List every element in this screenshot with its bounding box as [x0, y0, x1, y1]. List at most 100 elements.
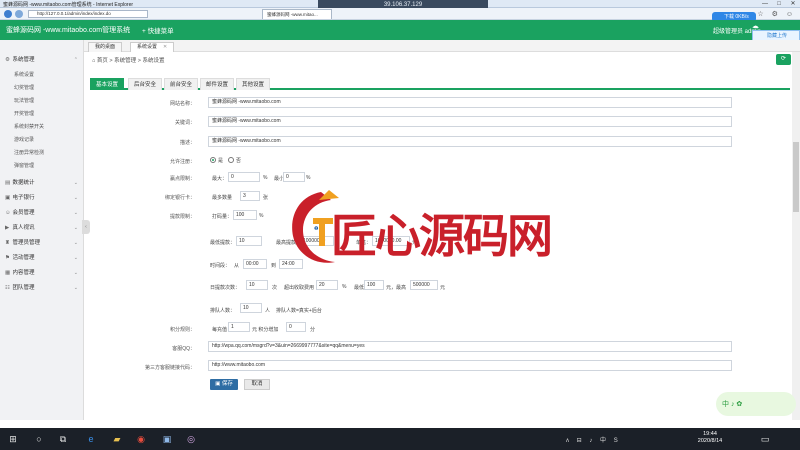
- sidebar-group-ebank[interactable]: ▣ 电子银行 ⌄: [0, 192, 84, 204]
- vertical-scrollbar[interactable]: [792, 52, 800, 420]
- team-icon: ☷: [5, 285, 10, 291]
- points-amount-input[interactable]: 1: [228, 322, 250, 332]
- folder-icon[interactable]: ▰: [110, 432, 124, 446]
- form-tab-bar: 基本设置 后台安全 前台安全 邮件设置 其他设置: [90, 78, 790, 90]
- win-max-input[interactable]: 0: [228, 172, 260, 182]
- time-from-input[interactable]: 00:00: [243, 259, 267, 269]
- task-view-icon[interactable]: ⧉: [56, 432, 70, 446]
- sidebar-group-team[interactable]: ☷ 团队管理 ⌄: [0, 282, 84, 294]
- sidebar-item-prize[interactable]: 幻奖管理: [0, 82, 84, 94]
- lowest-input[interactable]: 100: [364, 280, 384, 290]
- taskbar: ⊞ ○ ⧉ e ▰ ◉ ▣ ◎ ʌ ⊟ ♪ 中 S 19:44 2020/8/1…: [0, 428, 800, 450]
- refresh-button[interactable]: ⟳: [776, 54, 791, 65]
- tab-basic-settings[interactable]: 基本设置: [90, 78, 125, 90]
- bank-icon: ▣: [5, 195, 11, 201]
- sidebar-item-system-settings[interactable]: 系统设置: [0, 69, 84, 81]
- search-icon[interactable]: ○: [32, 432, 46, 446]
- register-yes-radio[interactable]: [210, 157, 216, 163]
- maximize-icon[interactable]: □: [772, 0, 786, 8]
- chart-icon: ▤: [5, 180, 11, 186]
- sidebar-group-live[interactable]: ▶ 真人视讯 ⌄: [0, 222, 84, 234]
- qq-input[interactable]: http://wpa.qq.com/msgrd?v=3&uin=26699977…: [208, 341, 732, 352]
- queue-input[interactable]: 10: [240, 303, 262, 313]
- close-icon[interactable]: ✕: [786, 0, 800, 8]
- breadcrumb-sep: >: [109, 58, 113, 64]
- sidebar-item-popup[interactable]: 弹窗管理: [0, 160, 84, 172]
- tab-desktop[interactable]: 我的桌面: [88, 42, 123, 52]
- points-unit: 分: [310, 327, 316, 333]
- ie-icon[interactable]: ◎: [184, 432, 198, 446]
- points-add-input[interactable]: 0: [286, 322, 306, 332]
- back-icon[interactable]: [4, 10, 12, 18]
- code-amount-unit: %: [259, 213, 264, 219]
- floating-helper-widget[interactable]: 中 ♪ ✿: [716, 392, 796, 416]
- chevron-down-icon: ⌄: [73, 180, 78, 186]
- browser-tab[interactable]: 蜜蜂源码网 -www.mitao...: [262, 9, 332, 19]
- save-button[interactable]: ▣ 保存: [210, 379, 238, 390]
- home-icon[interactable]: ⌂: [92, 58, 95, 64]
- tab-frontend-security[interactable]: 前台安全: [164, 78, 199, 90]
- sidebar-group-stats[interactable]: ▤ 数据统计 ⌄: [0, 177, 84, 189]
- time-from-label: 从: [234, 263, 240, 269]
- sidebar-item-game-records[interactable]: 游戏记录: [0, 134, 84, 146]
- breadcrumb-level1[interactable]: 系统管理: [114, 58, 136, 64]
- quick-menu-button[interactable]: + 快捷菜单: [142, 25, 174, 35]
- system-tray[interactable]: ʌ ⊟ ♪ 中 S: [566, 435, 621, 444]
- close-tab-icon[interactable]: ✕: [163, 44, 167, 50]
- window-title: 蜜蜂源码网 -www.mitaobo.com管理系统 - Internet Ex…: [3, 2, 134, 8]
- windows-start-icon[interactable]: ⊞: [6, 432, 20, 446]
- description-input[interactable]: 蜜蜂源码网 -www.mitaobo.com: [208, 136, 732, 147]
- breadcrumb-home[interactable]: 首页: [97, 58, 108, 64]
- tab-backend-security[interactable]: 后台安全: [128, 78, 163, 90]
- sidebar-item-register-check[interactable]: 注册异常检测: [0, 147, 84, 159]
- gear-icon: ⚙: [5, 57, 10, 63]
- third-party-input[interactable]: http://www.mitaobo.com: [208, 360, 732, 371]
- lowest-label: 最低: [354, 285, 365, 291]
- site-name-input[interactable]: 蜜蜂源码网 -www.mitaobo.com: [208, 97, 732, 108]
- win-min-input[interactable]: 0: [283, 172, 305, 182]
- sidebar-item-ban-switch[interactable]: 系统封禁开关: [0, 121, 84, 133]
- highest-input[interactable]: 500000: [410, 280, 438, 290]
- chrome-icon[interactable]: ◉: [134, 432, 148, 446]
- time-range-label: 时间段：: [210, 263, 231, 269]
- min-withdraw-input[interactable]: 10: [236, 236, 262, 246]
- code-amount-input[interactable]: 100: [233, 210, 257, 220]
- sidebar-group-system[interactable]: ⚙ 系统管理 ⌃: [0, 54, 84, 66]
- page-tab-bar: 我的桌面 系统设置 ✕: [84, 40, 800, 52]
- sidebar-group-members[interactable]: ☺ 会员管理 ⌄: [0, 207, 84, 219]
- breadcrumb-level2: 系统设置: [142, 58, 165, 64]
- breadcrumb: ⌂ 首页 > 系统管理 > 系统设置: [92, 56, 164, 64]
- daily-times-input[interactable]: 10: [246, 280, 268, 290]
- tab-system-settings[interactable]: 系统设置 ✕: [130, 42, 175, 52]
- register-no-radio[interactable]: [228, 157, 234, 163]
- taskbar-date: 2020/8/14: [697, 438, 723, 444]
- notification-icon[interactable]: ▭: [758, 432, 772, 446]
- document-icon: ▦: [5, 270, 11, 276]
- daily-times-unit: 次: [272, 285, 278, 291]
- user-icon: ☺: [5, 210, 11, 216]
- keywords-input[interactable]: 蜜蜂源码网 -www.mitaobo.com: [208, 116, 732, 127]
- edge-icon[interactable]: e: [84, 432, 98, 446]
- taskbar-clock[interactable]: 19:44 2020/8/14: [690, 431, 730, 445]
- address-bar[interactable]: http://127.0.0.1/admin/index/index.do: [28, 10, 148, 18]
- sidebar-item-gameplay[interactable]: 玩法管理: [0, 95, 84, 107]
- minimize-icon[interactable]: —: [758, 0, 772, 8]
- forward-icon[interactable]: [15, 10, 23, 18]
- points-yuan-label: 元 积分增加: [252, 327, 279, 333]
- sidebar-group-content[interactable]: ▦ 内容管理 ⌄: [0, 267, 84, 279]
- sidebar-collapse-handle[interactable]: ‹: [82, 220, 90, 234]
- scrollbar-thumb[interactable]: [793, 142, 799, 212]
- points-label: 积分规则：: [169, 327, 195, 333]
- app-icon[interactable]: ▣: [160, 432, 174, 446]
- bind-card-input[interactable]: 3: [240, 191, 260, 201]
- tab-mail-settings[interactable]: 邮件设置: [200, 78, 235, 90]
- over-fee-input[interactable]: 20: [316, 280, 338, 290]
- cancel-button[interactable]: 取消: [244, 379, 270, 390]
- over-fee-unit: %: [342, 284, 347, 290]
- queue-label: 排队人数：: [210, 308, 236, 314]
- points-each-label: 每充值: [212, 327, 228, 333]
- tab-other-settings[interactable]: 其他设置: [236, 78, 271, 90]
- sidebar-group-activity[interactable]: ⚑ 活动管理 ⌄: [0, 252, 84, 264]
- sidebar-item-draw[interactable]: 开奖管理: [0, 108, 84, 120]
- sidebar-group-admins[interactable]: ♜ 管理员管理 ⌄: [0, 237, 84, 249]
